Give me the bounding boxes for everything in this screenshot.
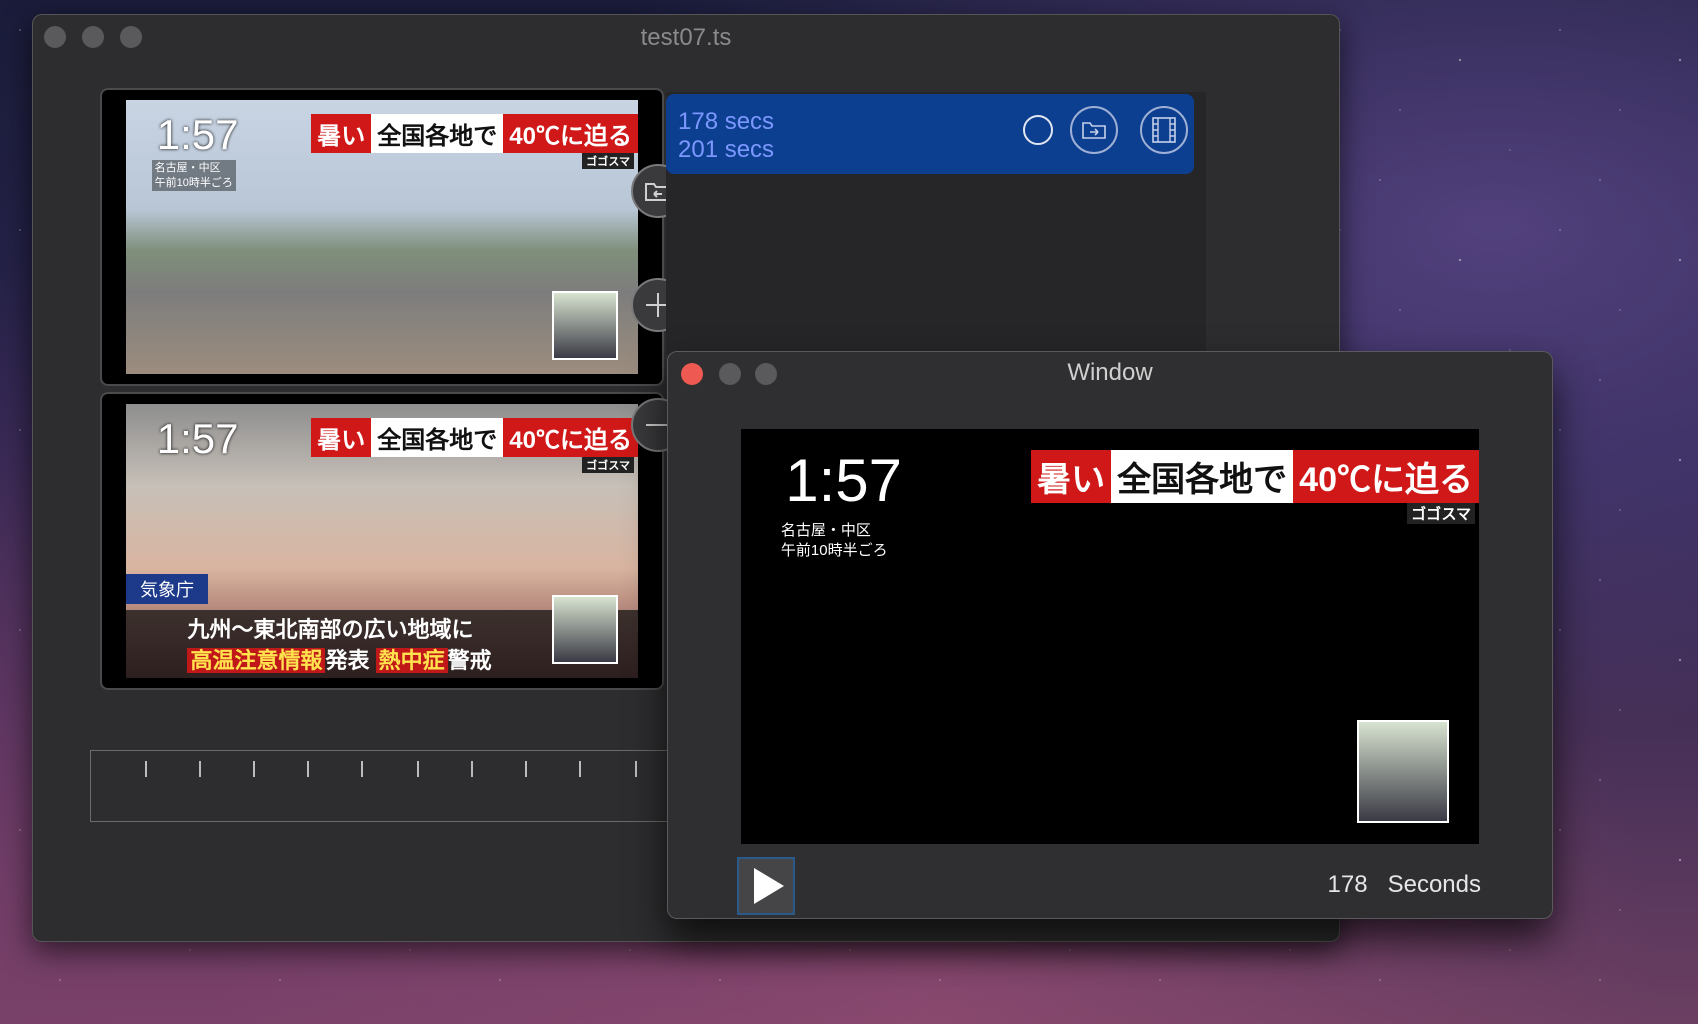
caption-highlight-1: 高温注意情報 [187,648,326,674]
video-titlebar[interactable]: Window [667,351,1553,395]
broadcast-clock: 1:57 [785,446,903,514]
broadcast-clock: 1:57 [156,110,239,158]
news-ticker: 暑い 全国各地で 40℃に迫る ゴゴスマ [311,417,638,473]
location-label: 名古屋・中区 午前10時半ごろ [151,160,236,191]
news-ticker: 暑い 全国各地で 40℃に迫る ゴゴスマ [1031,449,1479,524]
clip-list-item[interactable]: 178 secs 201 secs [666,94,1194,174]
window-title: Window [1067,359,1153,386]
location-line-1: 名古屋・中区 [154,162,221,175]
guest-pip [552,594,618,665]
ticker-red: 暑い [1031,449,1112,503]
ruler-tick [417,761,419,777]
ticker-source: ゴゴスマ [1407,502,1475,524]
seconds-value: 178 [1327,871,1368,898]
ticker-red: 暑い [311,113,372,153]
anchor-pip [1356,719,1450,824]
ticker-red: 暑い [311,417,372,457]
agency-label: 気象庁 [126,573,208,604]
location-line-2: 午前10時半ごろ [780,541,888,559]
ruler-tick [471,761,473,777]
clip-start: 178 secs [678,108,775,135]
clip-times: 178 secs 201 secs [678,108,774,164]
ruler-tick [579,761,581,777]
thumbnail-frame: 1:57 暑い 全国各地で 40℃に迫る ゴゴスマ 気象庁 九州～東北南部の広い… [126,404,638,678]
ruler-tick [307,761,309,777]
play-button[interactable] [737,857,795,915]
location-line-1: 名古屋・中区 [780,522,871,540]
ruler-tick [199,761,201,777]
ticker-white: 全国各地で [371,417,504,457]
ruler-tick [253,761,255,777]
clip-end: 201 secs [678,136,775,163]
anchor-pip [552,290,618,361]
ruler-tick [525,761,527,777]
timeline-ruler[interactable] [90,750,711,822]
ticker-white: 全国各地で [1111,449,1294,503]
seconds-label: Seconds [1387,871,1481,898]
ticker-red-2: 40℃に迫る [1293,449,1479,503]
caption-highlight-2: 熱中症 [375,648,448,674]
ruler-tick [635,761,637,777]
location-label: 名古屋・中区 午前10時半ごろ [777,520,891,562]
export-folder-icon [1082,122,1106,139]
video-player[interactable]: 1:57 暑い 全国各地で 40℃に迫る ゴゴスマ 名古屋・中区 午前10時半ご… [741,429,1479,844]
news-ticker: 暑い 全国各地で 40℃に迫る ゴゴスマ [311,113,638,169]
thumbnail-1[interactable]: 1:57 暑い 全国各地で 40℃に迫る ゴゴスマ 名古屋・中区 午前10時半ご… [102,90,662,384]
film-button[interactable] [1140,106,1188,154]
thumbnail-2[interactable]: 1:57 暑い 全国各地で 40℃に迫る ゴゴスマ 気象庁 九州～東北南部の広い… [102,394,662,688]
circle-button[interactable] [1014,106,1062,154]
export-folder-button[interactable] [1070,106,1118,154]
broadcast-clock: 1:57 [156,414,239,462]
main-titlebar[interactable]: test07.ts [32,14,1340,58]
ruler-tick [145,761,147,777]
caption-mid: 発表 [325,648,370,674]
play-icon [754,868,784,904]
ticker-source: ゴゴスマ [582,152,634,169]
seconds-readout: 178 Seconds [1328,871,1481,899]
location-line-2: 午前10時半ごろ [154,176,233,189]
video-window: Window 1:57 暑い 全国各地で 40℃に迫る ゴゴスマ 名古屋・中区 … [667,351,1553,919]
film-icon [1152,117,1176,143]
ruler-tick [361,761,363,777]
circle-icon [1023,115,1053,145]
ticker-red-2: 40℃に迫る [503,113,638,153]
thumbnail-frame: 1:57 暑い 全国各地で 40℃に迫る ゴゴスマ 名古屋・中区 午前10時半ご… [126,100,638,374]
window-title: test07.ts [640,24,732,51]
ticker-red-2: 40℃に迫る [503,417,638,457]
caption-end: 警戒 [447,648,492,674]
ticker-source: ゴゴスマ [582,456,634,473]
ticker-white: 全国各地で [371,113,504,153]
